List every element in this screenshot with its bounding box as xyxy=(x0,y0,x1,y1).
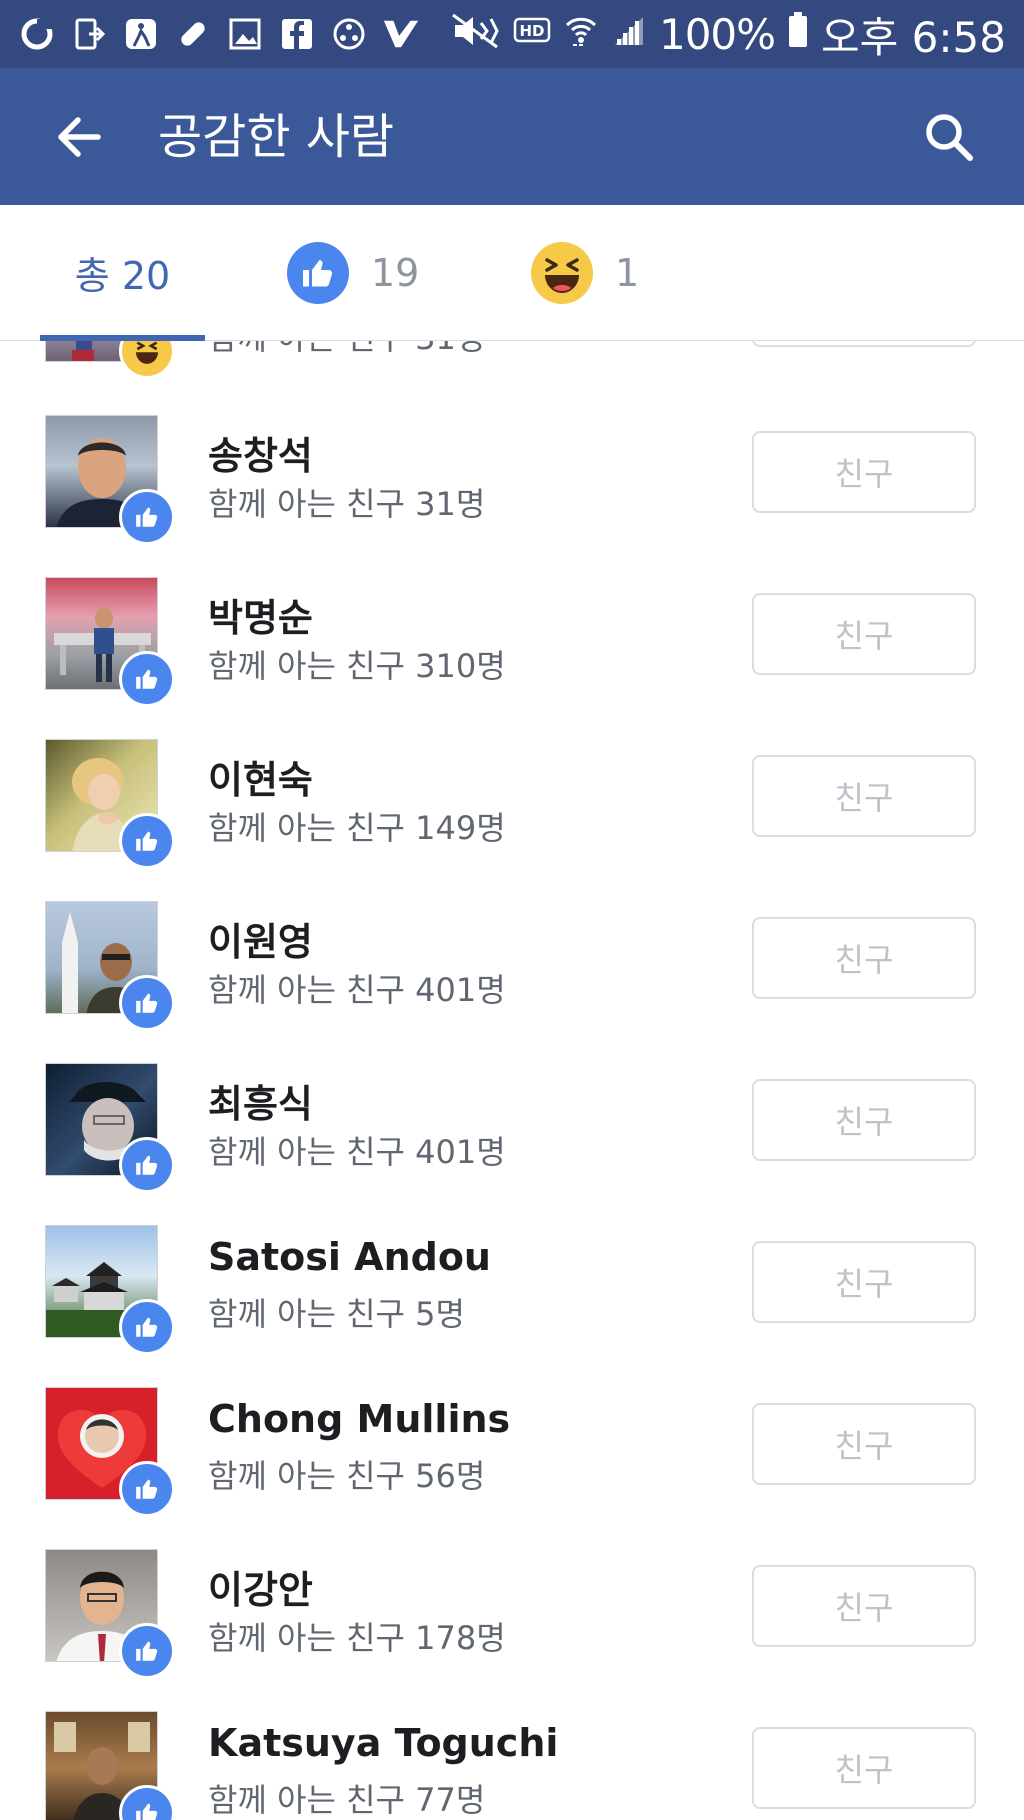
list-item[interactable]: 이원영 함께 아는 친구 401명 친구 xyxy=(0,901,1024,1063)
pill-icon xyxy=(174,15,212,53)
like-reaction-icon xyxy=(287,241,349,304)
like-reaction-icon xyxy=(119,651,175,707)
list-item[interactable]: Satosi Andou 함께 아는 친구 5명 친구 xyxy=(0,1225,1024,1387)
mutual-friends: 함께 아는 친구 401명 xyxy=(208,971,506,1009)
mutual-friends: 함께 아는 친구 310명 xyxy=(208,647,506,685)
mutual-friends: 함께 아는 친구 5명 xyxy=(208,1295,465,1333)
friend-button[interactable]: 친구 xyxy=(752,1403,976,1485)
reaction-tabs: 총 20 19 1 xyxy=(0,205,1024,341)
friend-button[interactable]: 친구 xyxy=(752,1079,976,1161)
haha-reaction-icon xyxy=(119,341,175,379)
list-item[interactable]: 최흥식 함께 아는 친구 401명 친구 xyxy=(0,1063,1024,1225)
notification-icons xyxy=(18,14,420,54)
person-name[interactable]: 이현숙 xyxy=(208,749,313,804)
app-bar: 공감한 사람 xyxy=(0,68,1024,205)
person-name[interactable]: Satosi Andou xyxy=(208,1235,491,1279)
tab-haha-count: 1 xyxy=(615,250,640,295)
battery-percent: 100% xyxy=(658,9,776,59)
mutual-friends: 함께 아는 친구 77명 xyxy=(208,1781,486,1819)
like-reaction-icon xyxy=(119,1137,175,1193)
like-reaction-icon xyxy=(119,489,175,545)
like-reaction-icon xyxy=(119,1461,175,1517)
friend-button[interactable]: 친구 xyxy=(752,755,976,837)
person-name[interactable]: 이강안 xyxy=(208,1559,313,1614)
friend-button[interactable]: 친구 xyxy=(752,1241,976,1323)
person-name[interactable]: Chong Mullins xyxy=(208,1397,510,1441)
signal-icon xyxy=(611,10,647,59)
wifi-icon xyxy=(563,10,599,59)
list-item[interactable]: 박명순 함께 아는 친구 310명 친구 xyxy=(0,577,1024,739)
list-item[interactable]: 이현숙 함께 아는 친구 149명 친구 xyxy=(0,739,1024,901)
friend-button[interactable]: 친구 xyxy=(752,1727,976,1809)
person-name[interactable]: Katsuya Toguchi xyxy=(208,1721,558,1765)
hd-icon: HD xyxy=(513,10,551,59)
list-item[interactable]: 함께 아는 친구 31명 xyxy=(0,341,1024,411)
search-icon xyxy=(926,114,973,161)
friend-button[interactable]: 친구 xyxy=(752,593,976,675)
person-name[interactable]: 최흥식 xyxy=(208,1073,313,1128)
friend-button[interactable]: 친구 xyxy=(752,917,976,999)
mute-icon xyxy=(451,10,501,59)
list-item[interactable]: 이강안 함께 아는 친구 178명 친구 xyxy=(0,1549,1024,1711)
accessibility-icon xyxy=(122,15,160,53)
tab-haha[interactable]: 1 xyxy=(531,205,639,340)
back-arrow-icon xyxy=(58,117,101,157)
mutual-friends: 함께 아는 친구 56명 xyxy=(208,1457,486,1495)
dots-icon xyxy=(330,15,368,53)
tab-like[interactable]: 19 xyxy=(287,205,419,340)
status-bar: HD 100% 오후 6:58 xyxy=(0,0,1024,68)
tab-all-label: 총 20 xyxy=(74,254,171,298)
friend-button[interactable] xyxy=(752,341,976,347)
facebook-icon xyxy=(278,15,316,53)
person-name[interactable]: 이원영 xyxy=(208,911,313,966)
person-name[interactable]: 송창석 xyxy=(208,425,313,480)
like-reaction-icon xyxy=(119,1299,175,1355)
v-icon xyxy=(382,15,420,53)
mutual-friends: 함께 아는 친구 149명 xyxy=(208,809,506,847)
friend-button[interactable]: 친구 xyxy=(752,431,976,513)
list-item[interactable]: Chong Mullins 함께 아는 친구 56명 친구 xyxy=(0,1387,1024,1549)
list-item[interactable]: Katsuya Toguchi 함께 아는 친구 77명 친구 xyxy=(0,1711,1024,1820)
mutual-friends: 함께 아는 친구 401명 xyxy=(208,1133,506,1171)
back-button[interactable] xyxy=(46,104,112,170)
page-title: 공감한 사람 xyxy=(158,109,395,165)
g-icon xyxy=(18,15,56,53)
clock: 오후 6:58 xyxy=(821,12,1006,62)
like-reaction-icon xyxy=(119,1623,175,1679)
cast-icon xyxy=(70,15,108,53)
like-reaction-icon xyxy=(119,975,175,1031)
like-reaction-icon xyxy=(119,813,175,869)
tab-like-count: 19 xyxy=(371,250,420,295)
mutual-friends: 함께 아는 친구 178명 xyxy=(208,1619,506,1657)
haha-reaction-icon xyxy=(531,241,593,304)
tab-all[interactable]: 총 20 xyxy=(40,205,205,341)
mutual-friends: 함께 아는 친구 31명 xyxy=(208,485,486,523)
image-icon xyxy=(226,15,264,53)
system-status: HD 100% 오후 6:58 xyxy=(451,8,1006,62)
search-button[interactable] xyxy=(914,102,984,172)
friend-button[interactable]: 친구 xyxy=(752,1565,976,1647)
mutual-friends: 함께 아는 친구 31명 xyxy=(208,341,485,359)
reactor-list: 함께 아는 친구 31명 송창석 함께 아는 친구 31명 친구 박명순 함께 … xyxy=(0,341,1024,1820)
list-item[interactable]: 송창석 함께 아는 친구 31명 친구 xyxy=(0,415,1024,577)
person-name[interactable]: 박명순 xyxy=(208,587,313,642)
svg-text:HD: HD xyxy=(519,22,544,40)
battery-icon xyxy=(787,10,809,59)
